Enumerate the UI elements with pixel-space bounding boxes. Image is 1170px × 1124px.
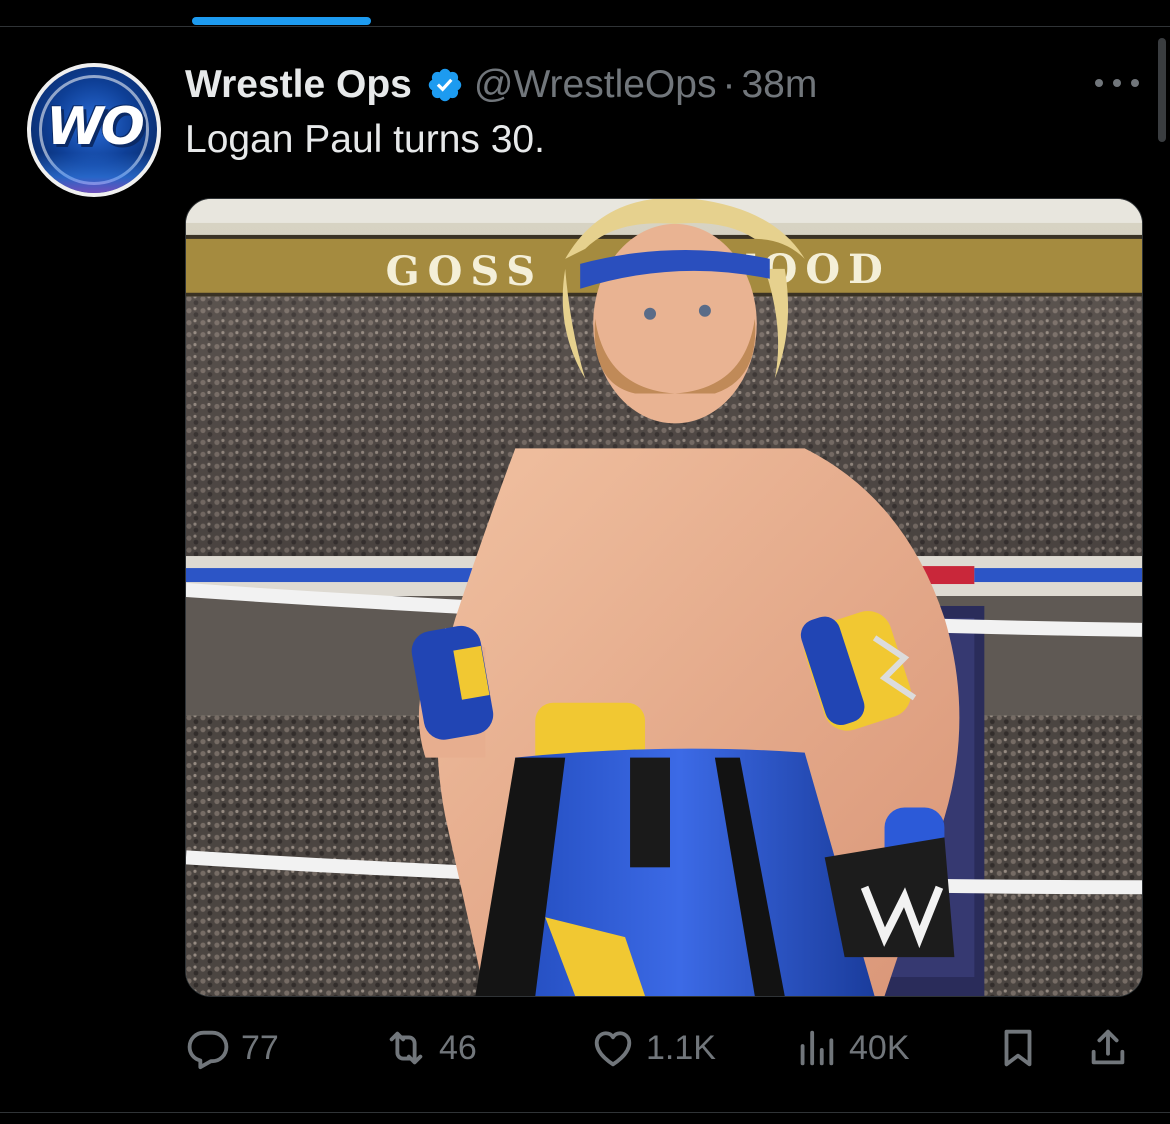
like-button[interactable]: 1.1K [590, 1022, 716, 1074]
timestamp[interactable]: 38m [741, 63, 817, 107]
views-count: 40K [849, 1028, 910, 1067]
action-bar: 77 46 1.1K 40K [185, 1022, 1143, 1074]
share-icon [1091, 1029, 1125, 1065]
repost-icon [389, 1031, 423, 1065]
author-handle[interactable]: @WrestleOps [474, 63, 717, 107]
more-dot [1113, 79, 1121, 87]
repost-button[interactable]: 46 [383, 1022, 477, 1074]
avatar[interactable]: WO [27, 63, 161, 197]
more-dot [1095, 79, 1103, 87]
banner-text-left: GOSS [386, 249, 544, 295]
avatar-logo: WO [46, 97, 145, 157]
tweet-text: Logan Paul turns 30. [185, 118, 545, 161]
share-button[interactable] [1085, 1022, 1131, 1074]
more-icon[interactable] [1095, 75, 1139, 91]
reply-icon [187, 1030, 229, 1070]
bookmark-button[interactable] [995, 1022, 1041, 1074]
bottom-divider [0, 1112, 1170, 1113]
avatar-lights [31, 153, 157, 193]
scrollbar[interactable] [1158, 38, 1166, 142]
tweet-photo[interactable]: GOSS WOOD [185, 198, 1143, 997]
bookmark-icon [1004, 1029, 1032, 1067]
like-icon [594, 1031, 632, 1067]
views-button[interactable]: 40K [793, 1022, 910, 1074]
verified-badge-icon [428, 68, 462, 102]
views-icon [800, 1030, 834, 1066]
photo-illustration: GOSS WOOD [186, 199, 1142, 996]
separator-dot: · [722, 63, 736, 106]
repost-count: 46 [439, 1028, 477, 1067]
tab-indicator [192, 17, 371, 25]
more-dot [1131, 79, 1139, 87]
author-name[interactable]: Wrestle Ops [185, 63, 412, 107]
like-count: 1.1K [646, 1028, 716, 1067]
reply-count: 77 [241, 1028, 279, 1067]
reply-button[interactable]: 77 [185, 1022, 279, 1074]
top-divider [0, 26, 1170, 27]
tweet-header: Wrestle Ops @WrestleOps · 38m [185, 62, 817, 108]
